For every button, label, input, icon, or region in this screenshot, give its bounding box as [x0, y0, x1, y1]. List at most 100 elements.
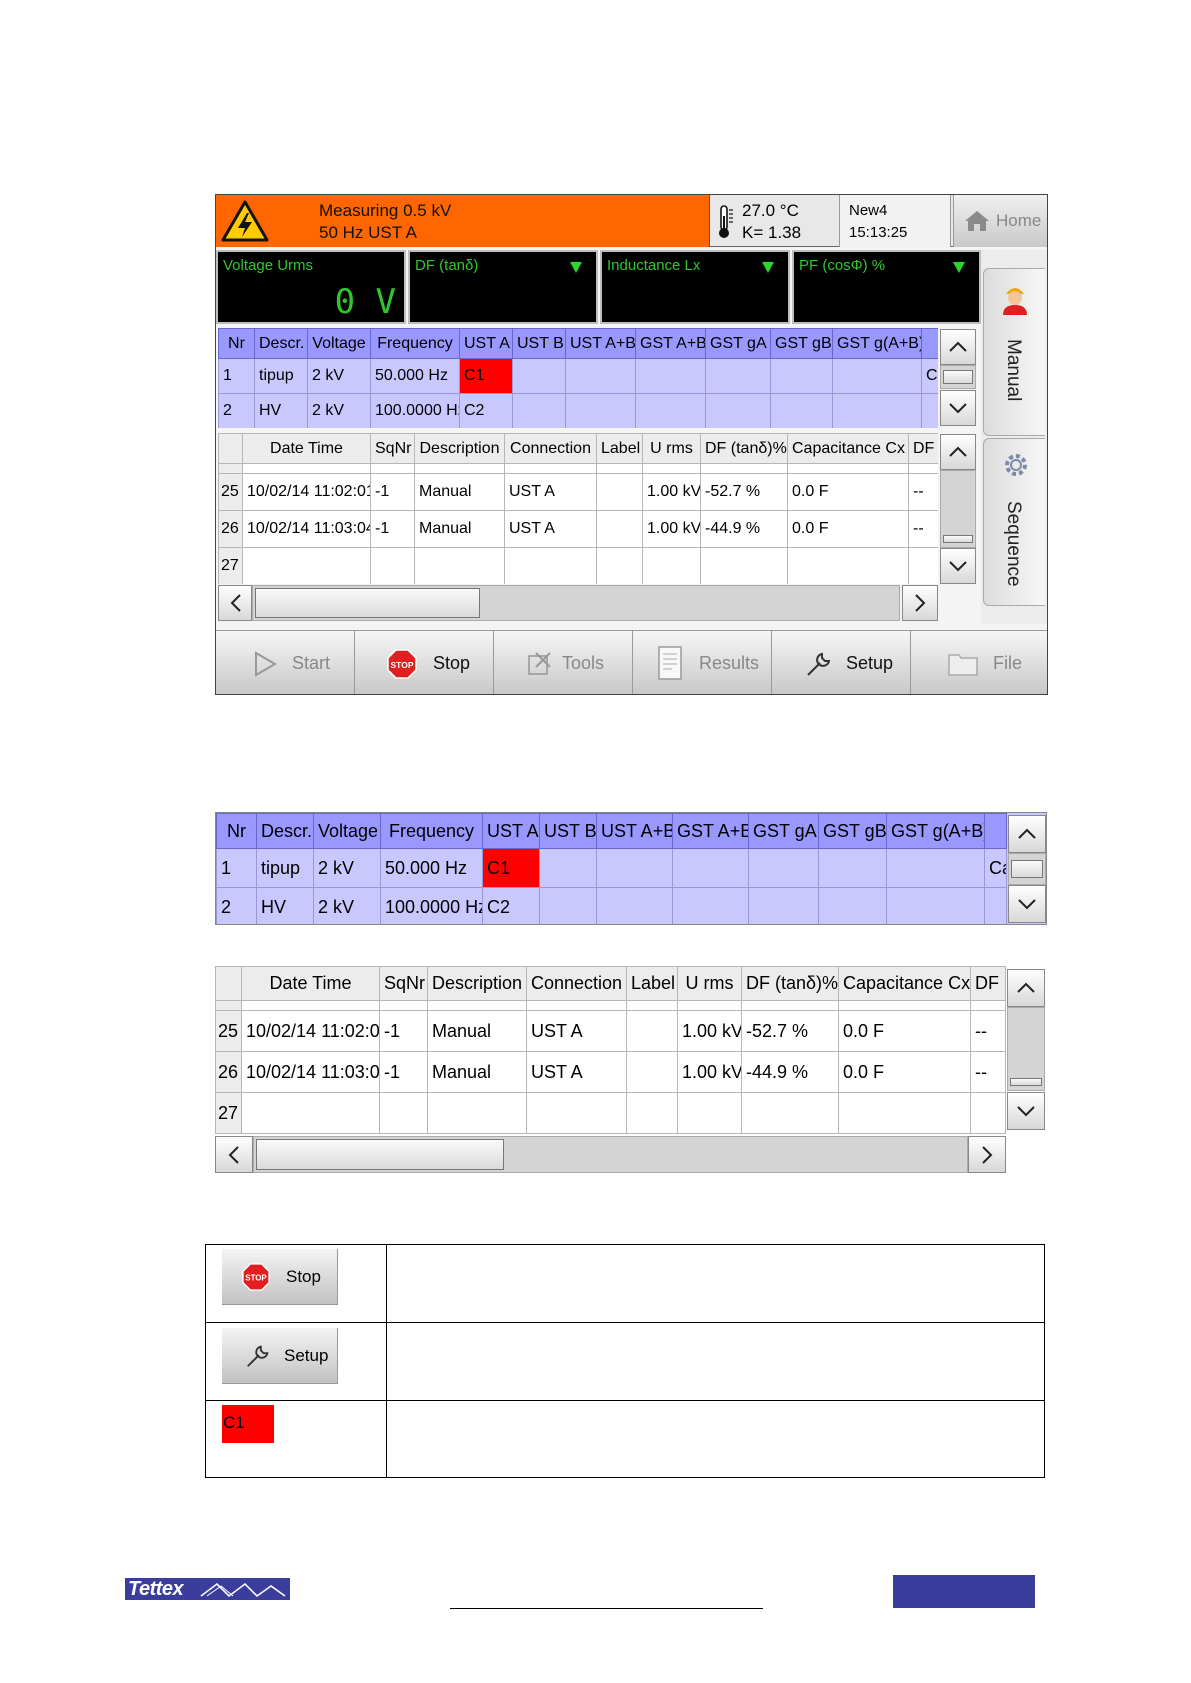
column-header[interactable]: Label [596, 433, 643, 464]
scroll-thumb[interactable] [1010, 1078, 1042, 1086]
tab-manual[interactable]: Manual [983, 268, 1045, 436]
scroll-up-button[interactable] [940, 434, 976, 470]
column-header[interactable]: Frequency [380, 813, 483, 849]
readout-pf[interactable]: PF (cosΦ) % [792, 250, 981, 324]
column-header[interactable]: UST A [459, 328, 513, 359]
dropdown-triangle-icon[interactable] [953, 262, 965, 273]
scroll-down-button[interactable] [1008, 885, 1046, 923]
horizontal-scroll-thumb[interactable] [255, 588, 480, 618]
column-header[interactable]: GST A+B [672, 813, 749, 849]
scroll-track[interactable] [1007, 1007, 1045, 1091]
scroll-down-button[interactable] [1007, 1092, 1045, 1130]
column-header[interactable]: DF ( [970, 966, 1006, 1001]
column-header[interactable]: UST A+B [596, 813, 673, 849]
scroll-up-button[interactable] [1007, 969, 1045, 1007]
table-row[interactable]: 26 10/02/14 11:03:04 -1 Manual UST A 1.0… [215, 1051, 1006, 1093]
column-header[interactable]: Nr [218, 328, 255, 359]
dropdown-triangle-icon[interactable] [570, 262, 582, 273]
play-icon [255, 651, 277, 677]
column-header[interactable]: UST A [482, 813, 540, 849]
horizontal-scroll-track[interactable] [253, 1136, 968, 1173]
footer-divider [450, 1608, 763, 1609]
column-header[interactable]: GST A+B [635, 328, 706, 359]
column-header[interactable]: SqNr [379, 966, 428, 1001]
table-row[interactable]: 2 HV 2 kV 100.0000 Hz C2 [218, 393, 938, 428]
dropdown-triangle-icon[interactable] [762, 262, 774, 273]
table-row[interactable]: 1 tipup 2 kV 50.000 Hz C1 Ca [218, 358, 938, 394]
scroll-down-button[interactable] [940, 548, 976, 584]
start-button[interactable]: Start [216, 631, 355, 694]
readout-inductance[interactable]: Inductance Lx [600, 250, 790, 324]
table-row[interactable]: 25 10/02/14 11:02:01 -1 Manual UST A 1.0… [218, 473, 938, 511]
column-header[interactable]: GST gB [770, 328, 833, 359]
cell-label [596, 510, 643, 548]
table-row[interactable]: 2 HV 2 kV 100.0000 Hz C2 [216, 887, 1007, 924]
column-header[interactable]: Description [414, 433, 505, 464]
column-header[interactable]: U rms [642, 433, 701, 464]
horizontal-scroll-thumb[interactable] [256, 1139, 504, 1170]
column-header[interactable]: UST A+B [565, 328, 636, 359]
tools-button[interactable]: Tools [494, 631, 633, 694]
scroll-track[interactable] [1008, 853, 1046, 885]
scroll-up-button[interactable] [940, 329, 976, 365]
column-header[interactable]: DF (tanδ)% [741, 966, 839, 1001]
column-header[interactable]: Date Time [242, 433, 371, 464]
column-header[interactable]: Connection [504, 433, 597, 464]
readout-df[interactable]: DF (tanδ) [408, 250, 598, 324]
scroll-track[interactable] [940, 365, 976, 389]
setup-button[interactable]: Setup [772, 631, 911, 694]
scroll-thumb[interactable] [1011, 860, 1043, 878]
scroll-right-button[interactable] [968, 1136, 1006, 1173]
column-header[interactable]: DF ( [908, 433, 938, 464]
table-header: Date Time SqNr Description Connection La… [218, 433, 938, 464]
column-header[interactable]: GST gB [818, 813, 887, 849]
tab-sequence[interactable]: Sequence [983, 438, 1045, 606]
column-header[interactable]: GST gA [705, 328, 771, 359]
table-row[interactable]: 1 tipup 2 kV 50.000 Hz C1 Ca [216, 848, 1007, 888]
scroll-thumb[interactable] [943, 535, 973, 543]
column-header[interactable]: Descr. [256, 813, 314, 849]
scroll-right-button[interactable] [902, 585, 938, 621]
scroll-left-button[interactable] [218, 585, 252, 621]
results-button[interactable]: Results [633, 631, 772, 694]
home-button[interactable]: Home [953, 195, 1047, 247]
scroll-down-button[interactable] [940, 390, 976, 426]
cell-capacitance: 0.0 F [838, 1010, 971, 1052]
scroll-up-button[interactable] [1008, 815, 1046, 853]
column-header[interactable]: Capacitance Cx [787, 433, 909, 464]
scroll-track[interactable] [940, 470, 976, 548]
column-header[interactable]: Descr. [254, 328, 308, 359]
stop-sign-text: STOP [245, 1274, 267, 1283]
column-header[interactable]: GST g(A+B) [886, 813, 985, 849]
column-header[interactable]: Connection [526, 966, 627, 1001]
table-row[interactable]: 27 [215, 1092, 1006, 1134]
readout-voltage[interactable]: Voltage Urms 0 V [216, 250, 406, 324]
column-header[interactable]: UST B [539, 813, 597, 849]
horizontal-scroll-track[interactable] [252, 585, 900, 621]
column-header[interactable]: Voltage [313, 813, 381, 849]
table-row[interactable]: 26 10/02/14 11:03:04 -1 Manual UST A 1.0… [218, 510, 938, 548]
column-header[interactable]: Voltage [307, 328, 371, 359]
cell-ust-a-alert[interactable]: C1 [482, 848, 540, 888]
table-header: Date Time SqNr Description Connection La… [215, 966, 1006, 1001]
scroll-thumb[interactable] [943, 370, 973, 384]
column-header[interactable]: Label [626, 966, 678, 1001]
stop-button[interactable]: STOP Stop [355, 631, 494, 694]
column-header[interactable]: Date Time [241, 966, 380, 1001]
column-header[interactable]: UST B [512, 328, 566, 359]
column-header[interactable]: U rms [677, 966, 742, 1001]
cell-ust-a-alert[interactable]: C1 [459, 358, 513, 394]
column-header[interactable]: GST gA [748, 813, 819, 849]
cell-voltage: 2 kV [307, 358, 371, 394]
file-button[interactable]: File [911, 631, 1047, 694]
table-row[interactable]: 25 10/02/14 11:02:01 -1 Manual UST A 1.0… [215, 1010, 1006, 1052]
column-header[interactable]: DF (tanδ)% [700, 433, 788, 464]
table-row[interactable]: 27 [218, 547, 938, 584]
column-header[interactable]: Frequency [370, 328, 460, 359]
column-header[interactable]: Nr [216, 813, 257, 849]
column-header[interactable]: Description [427, 966, 527, 1001]
column-header[interactable]: SqNr [370, 433, 415, 464]
column-header[interactable]: Capacitance Cx [838, 966, 971, 1001]
scroll-left-button[interactable] [215, 1136, 253, 1173]
column-header[interactable]: GST g(A+B) [832, 328, 922, 359]
